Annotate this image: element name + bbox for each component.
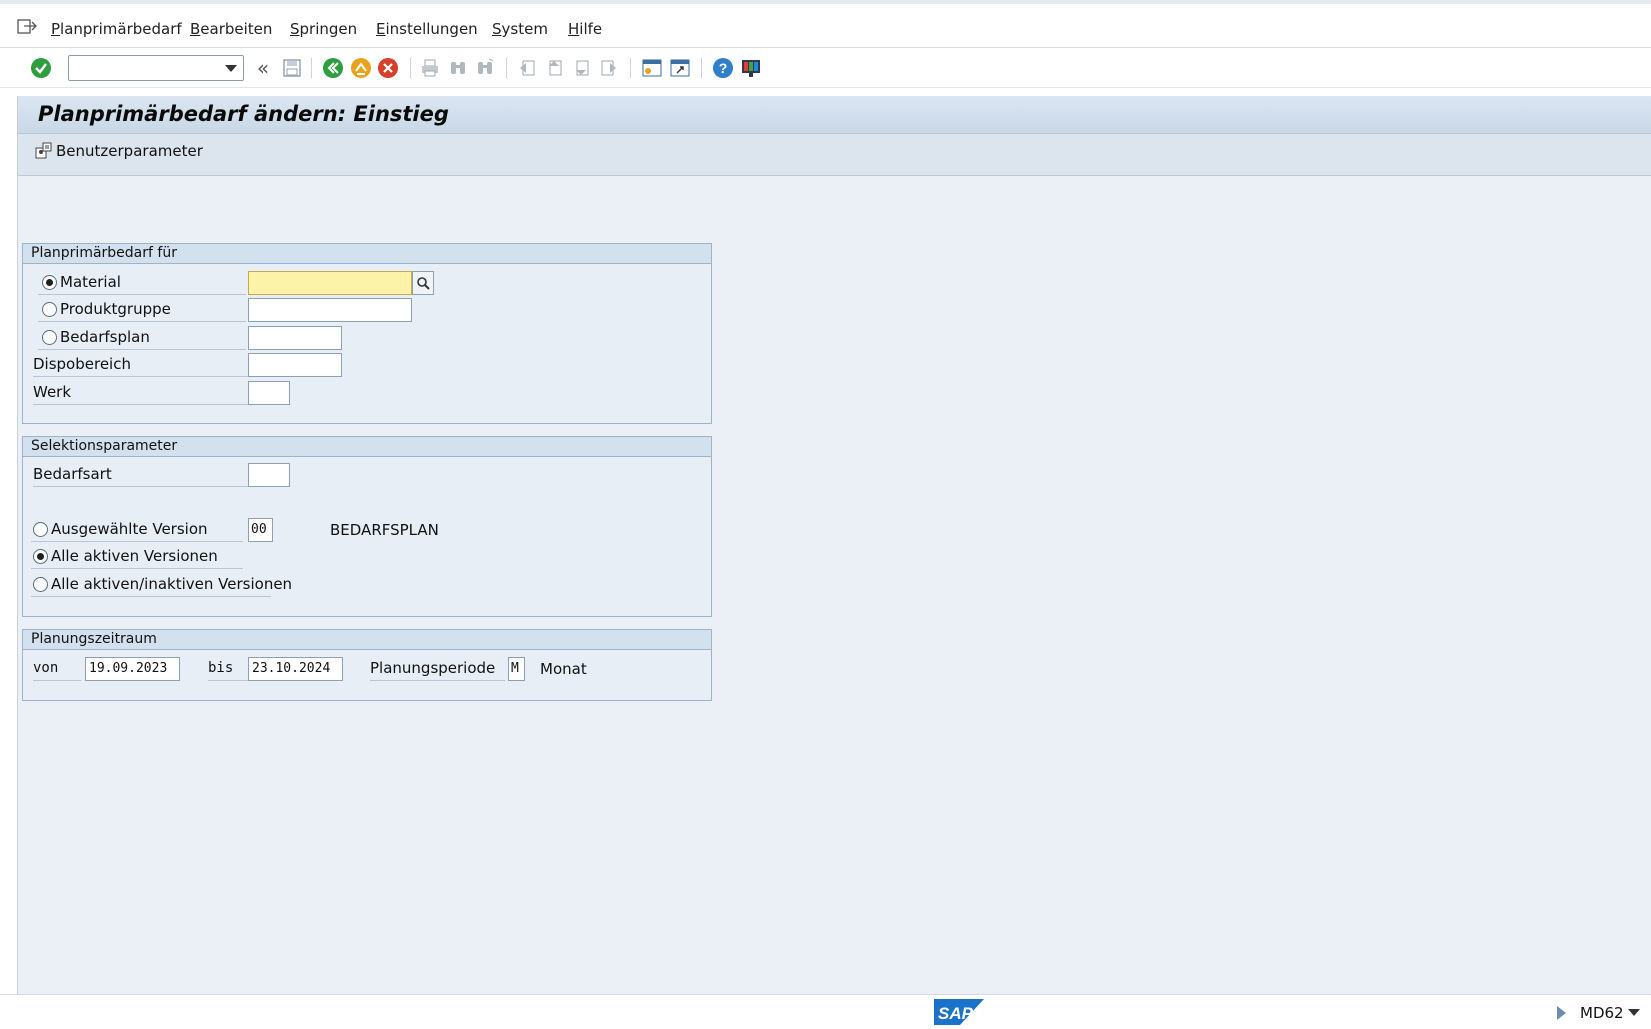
exit-icon[interactable] — [349, 56, 373, 80]
menu-hilfe[interactable]: Hilfe — [568, 20, 602, 38]
alle-aktiven-label: Alle aktiven Versionen — [31, 545, 243, 569]
svg-text:?: ? — [719, 60, 728, 76]
menu-einstellungen[interactable]: Einstellungen — [376, 20, 478, 38]
user-parameters-icon — [35, 142, 52, 159]
group-header: Selektionsparameter — [23, 437, 711, 457]
dispobereich-label: Dispobereich — [33, 353, 248, 377]
svg-text:SAP: SAP — [938, 1004, 974, 1023]
row-alle-aktiven-inaktiven: Alle aktiven/inaktiven Versionen — [31, 573, 693, 599]
first-page-icon[interactable] — [515, 56, 539, 80]
transaction-code: MD62 — [1580, 1004, 1624, 1022]
page-title: Planprimärbedarf ändern: Einstieg — [38, 102, 449, 126]
planungsperiode-input[interactable]: M — [508, 657, 525, 681]
material-input[interactable] — [248, 271, 412, 295]
menu-bar: Planprimärbedarf Bearbeiten Springen Ein… — [0, 0, 1651, 48]
toolbar-separator — [506, 58, 507, 78]
bedarfsart-label: Bedarfsart — [33, 463, 248, 487]
menu-system[interactable]: System — [492, 20, 548, 38]
last-page-icon[interactable] — [597, 56, 621, 80]
version-input[interactable]: 00 — [248, 518, 273, 542]
sap-logo: SAP — [934, 999, 984, 1029]
von-label: von — [33, 657, 81, 681]
row-werk: Werk — [33, 381, 693, 407]
chevron-down-icon[interactable] — [225, 65, 237, 72]
previous-page-icon[interactable] — [542, 56, 566, 80]
row-bedarfsplan: Bedarfsplan — [33, 326, 693, 352]
group-header: Planungszeitraum — [23, 630, 711, 650]
menu-bearbeiten[interactable]: Bearbeiten — [190, 20, 272, 38]
customize-layout-icon[interactable] — [739, 56, 763, 80]
find-next-icon[interactable] — [473, 56, 497, 80]
search-icon — [417, 277, 430, 290]
collapse-double-chevron-icon[interactable]: « — [251, 56, 275, 80]
application-toolbar: Benutzerparameter — [18, 134, 1651, 176]
row-produktgruppe: Produktgruppe — [33, 298, 693, 324]
command-field[interactable] — [68, 55, 244, 81]
chevron-down-icon[interactable] — [1628, 1009, 1640, 1016]
cancel-icon[interactable] — [376, 56, 400, 80]
row-ausgewaehlte-version: Ausgewählte Version 00 BEDARFSPLAN — [31, 518, 693, 544]
group-header: Planprimärbedarf für — [23, 244, 711, 264]
toolbar-separator — [630, 58, 631, 78]
title-bar: Planprimärbedarf ändern: Einstieg — [18, 96, 1651, 134]
produktgruppe-label: Produktgruppe — [38, 298, 246, 322]
alle-aktiven-inaktiven-label: Alle aktiven/inaktiven Versionen — [31, 573, 292, 597]
werk-label: Werk — [33, 381, 248, 405]
standard-toolbar: « ? — [0, 48, 1651, 88]
menu-springen[interactable]: Springen — [290, 20, 357, 38]
toolbar-separator — [410, 58, 411, 78]
werk-input[interactable] — [248, 381, 290, 405]
user-parameters-label: Benutzerparameter — [56, 142, 203, 160]
planungsperiode-label: Planungsperiode — [370, 657, 505, 681]
group-selektionsparameter: Selektionsparameter Bedarfsart Ausgewähl… — [22, 436, 712, 617]
group-planprimaerbedarf-fuer: Planprimärbedarf für Material Produktgru… — [22, 243, 712, 424]
back-icon[interactable] — [321, 56, 345, 80]
row-material: Material — [33, 271, 693, 297]
bis-label: bis — [208, 657, 248, 681]
row-dispobereich: Dispobereich — [33, 353, 693, 379]
user-parameters-button[interactable]: Benutzerparameter — [34, 142, 203, 160]
material-label: Material — [38, 271, 246, 295]
next-page-icon[interactable] — [569, 56, 593, 80]
version-label: Ausgewählte Version — [31, 518, 243, 542]
save-icon[interactable] — [280, 56, 304, 80]
menu-exit-icon[interactable] — [16, 18, 38, 36]
planungsperiode-text: Monat — [540, 660, 587, 678]
enter-checkmark-icon[interactable] — [29, 56, 53, 80]
find-icon[interactable] — [446, 56, 470, 80]
bedarfsplan-input[interactable] — [248, 326, 342, 350]
dispobereich-input[interactable] — [248, 353, 342, 377]
main-area: Planprimärbedarf ändern: Einstieg Benutz… — [17, 96, 1651, 994]
status-expand-icon[interactable] — [1557, 1006, 1566, 1020]
bedarfsart-input[interactable] — [248, 463, 290, 487]
print-icon[interactable] — [418, 56, 442, 80]
row-bedarfsart: Bedarfsart — [33, 463, 693, 489]
row-zeitraum: von 19.09.2023 bis 23.10.2024 Planungspe… — [33, 657, 693, 683]
version-text: BEDARFSPLAN — [330, 521, 439, 539]
search-help-button[interactable] — [412, 271, 434, 295]
new-session-icon[interactable] — [640, 56, 664, 80]
help-icon[interactable]: ? — [711, 56, 735, 80]
bis-input[interactable]: 23.10.2024 — [248, 657, 343, 681]
menu-planprimaerbedarf[interactable]: Planprimärbedarf — [51, 20, 182, 38]
toolbar-separator — [311, 58, 312, 78]
toolbar-separator — [701, 58, 702, 78]
bedarfsplan-label: Bedarfsplan — [38, 326, 246, 350]
row-alle-aktiven: Alle aktiven Versionen — [31, 545, 693, 571]
group-planungszeitraum: Planungszeitraum von 19.09.2023 bis 23.1… — [22, 629, 712, 701]
produktgruppe-input[interactable] — [248, 298, 412, 322]
create-shortcut-icon[interactable] — [668, 56, 692, 80]
von-input[interactable]: 19.09.2023 — [85, 657, 180, 681]
status-bar: SAP MD62 — [0, 994, 1651, 1029]
